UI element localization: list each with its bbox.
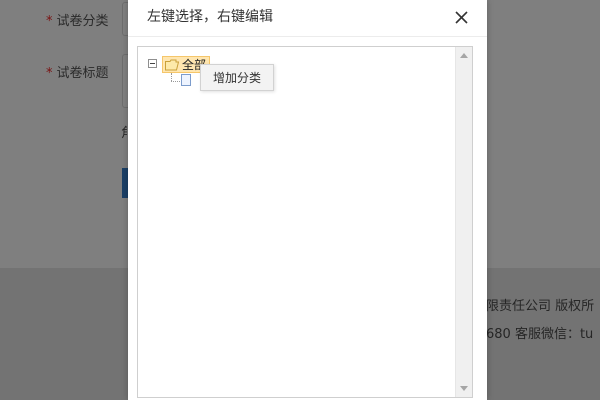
tree-connector — [171, 81, 180, 82]
required-mark: * — [46, 14, 53, 29]
context-menu: 增加分类 — [200, 64, 274, 91]
dialog-header: 左键选择，右键编辑 — [128, 0, 487, 37]
tree-node-child[interactable] — [181, 74, 193, 87]
required-mark: * — [46, 66, 53, 81]
partial-text: 角 — [121, 122, 127, 141]
tree-scrollbar[interactable] — [455, 47, 472, 397]
category-tree[interactable]: 全部 增加分类 — [137, 46, 473, 398]
close-button[interactable] — [448, 4, 474, 30]
category-picker-dialog: 左键选择，右键编辑 全部 增加分类 — [128, 0, 487, 400]
close-icon — [455, 11, 468, 24]
collapse-toggle-icon[interactable] — [148, 59, 157, 68]
footer-contact-text: 680 客服微信：tu — [486, 327, 594, 342]
menu-item-add-category[interactable]: 增加分类 — [201, 65, 273, 90]
paper-category-label: * 试卷分类 — [46, 14, 109, 29]
tree-connector — [171, 73, 172, 81]
footer-company-text: 限责任公司 版权所 — [486, 299, 595, 314]
scroll-up-arrow-icon[interactable] — [460, 53, 468, 58]
folder-open-icon — [165, 59, 179, 70]
dialog-title: 左键选择，右键编辑 — [147, 9, 273, 25]
paper-title-label: * 试卷标题 — [46, 66, 109, 81]
scroll-down-arrow-icon[interactable] — [460, 386, 468, 391]
file-icon — [181, 74, 191, 86]
